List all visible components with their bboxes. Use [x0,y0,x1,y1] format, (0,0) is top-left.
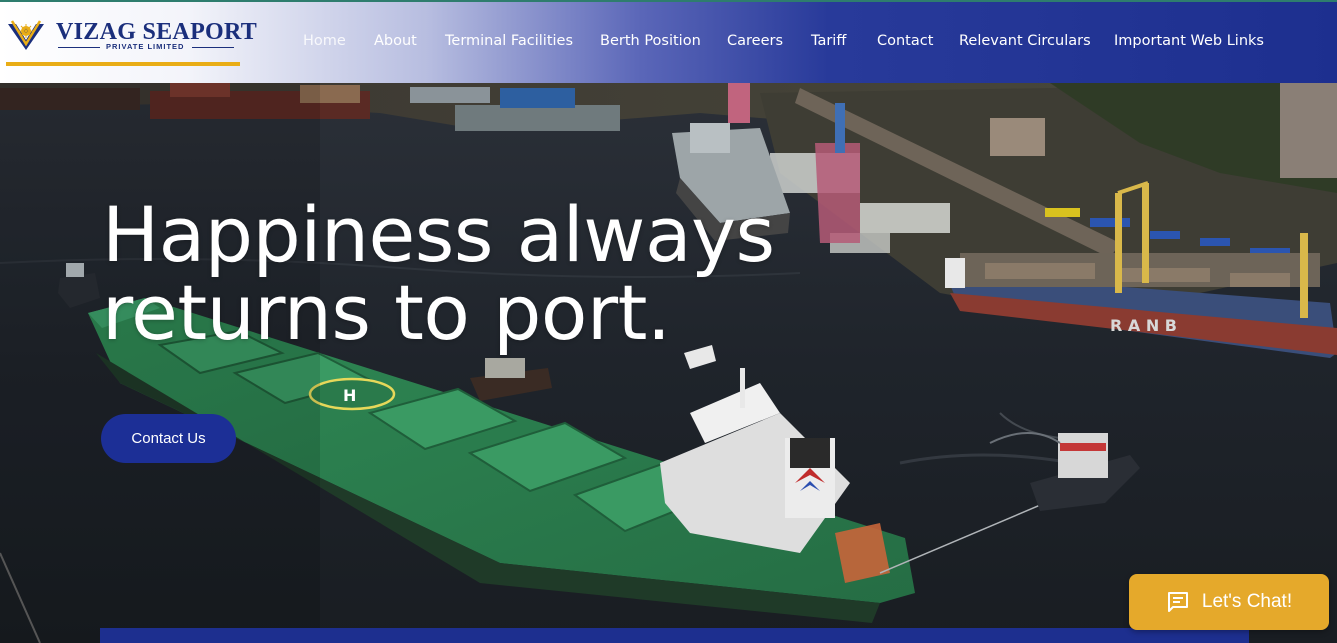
lets-chat-button[interactable]: Let's Chat! [1129,574,1329,630]
contact-us-button[interactable]: Contact Us [101,414,236,463]
logo-subtitle: PRIVATE LIMITED [106,42,185,51]
hero-headline: Happiness always returns to port. [102,196,775,352]
nav-contact[interactable]: Contact [877,33,933,49]
lets-chat-label: Let's Chat! [1201,591,1293,612]
logo-emblem-icon [8,20,44,50]
hero-harbor-image: R A N B H [0,83,1337,643]
nav-berth-position[interactable]: Berth Position [600,33,701,49]
nav-about[interactable]: About [374,33,417,49]
ship-markings-text: R A N B [1110,316,1177,335]
section-bottom-strip [100,628,1249,643]
chat-bubble-icon [1167,592,1188,612]
logo-rule-right [192,47,234,48]
logo-accent-bar [6,62,240,66]
nav-relevant-circulars[interactable]: Relevant Circulars [959,33,1091,49]
nav-home[interactable]: Home [303,33,346,49]
logo-rule-left [58,47,100,48]
hero-section: R A N B H Happiness always returns to po… [0,83,1337,643]
hero-headline-line2: returns to port. [102,268,671,357]
site-header: VIZAG SEAPORT PRIVATE LIMITED Home About… [0,0,1337,83]
nav-important-web-links[interactable]: Important Web Links [1114,33,1264,49]
nav-terminal-facilities[interactable]: Terminal Facilities [445,33,573,49]
helipad-letter: H [343,386,356,405]
hero-headline-line1: Happiness always [102,190,775,279]
vizag-seaport-logo[interactable]: VIZAG SEAPORT PRIVATE LIMITED [6,18,257,66]
nav-tariff[interactable]: Tariff [811,33,846,49]
nav-careers[interactable]: Careers [727,33,783,49]
